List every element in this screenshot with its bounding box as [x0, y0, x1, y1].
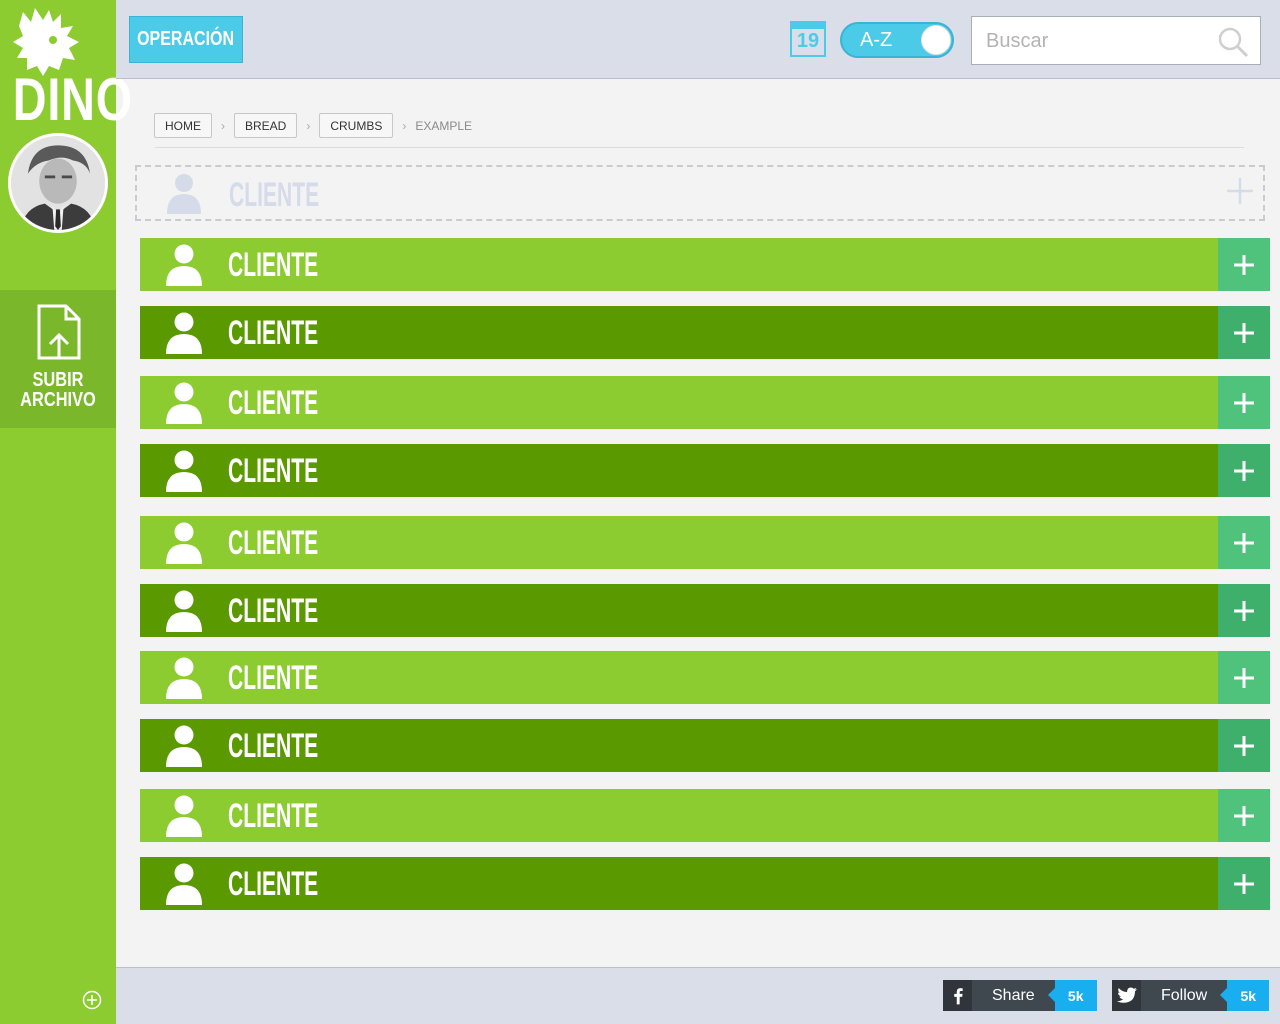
user-icon — [166, 590, 202, 632]
client-row-placeholder[interactable]: CLIENTE — [135, 165, 1265, 221]
client-row[interactable]: CLIENTE — [140, 584, 1270, 637]
plus-icon — [1234, 600, 1254, 621]
client-row[interactable]: CLIENTE — [140, 238, 1270, 291]
plus-icon — [1234, 322, 1254, 343]
client-row[interactable]: CLIENTE — [140, 719, 1270, 772]
plus-icon — [1234, 667, 1254, 688]
breadcrumb-item-bread[interactable]: BREAD — [234, 113, 298, 138]
client-label: CLIENTE — [228, 797, 319, 835]
avatar[interactable] — [8, 133, 108, 233]
plus-icon — [1234, 254, 1254, 275]
plus-icon — [1234, 392, 1254, 413]
user-icon — [166, 312, 202, 354]
client-row[interactable]: CLIENTE — [140, 306, 1270, 359]
facebook-share-count: 5k — [1047, 980, 1097, 1011]
operation-button-label: OPERACIÓN — [137, 28, 235, 50]
client-row[interactable]: CLIENTE — [140, 444, 1270, 497]
client-row[interactable]: CLIENTE — [140, 516, 1270, 569]
facebook-share-label: Share — [992, 986, 1035, 1004]
add-button[interactable] — [1218, 516, 1270, 569]
client-label: CLIENTE — [228, 592, 319, 630]
breadcrumb-current: EXAMPLE — [415, 118, 473, 133]
user-icon — [166, 863, 202, 905]
twitter-follow-main: Follow — [1112, 980, 1228, 1011]
operation-button[interactable]: OPERACIÓN — [129, 16, 243, 63]
sort-toggle[interactable]: A-Z — [840, 22, 954, 58]
breadcrumb-item-crumbs[interactable]: CRUMBS — [319, 113, 394, 138]
breadcrumb-separator: › — [221, 118, 225, 133]
twitter-follow-label: Follow — [1161, 986, 1208, 1004]
client-label: CLIENTE — [228, 727, 319, 765]
breadcrumb-separator: › — [402, 118, 407, 133]
client-label: CLIENTE — [228, 524, 319, 562]
client-row[interactable]: CLIENTE — [140, 651, 1270, 704]
client-row[interactable]: CLIENTE — [140, 857, 1270, 910]
calendar-day: 19 — [796, 30, 820, 52]
divider — [155, 147, 1244, 148]
client-row[interactable]: CLIENTE — [140, 376, 1270, 429]
plus-icon — [1234, 873, 1254, 894]
logo[interactable]: DINO — [0, 0, 133, 133]
facebook-share-main: Share — [943, 980, 1055, 1011]
add-button[interactable] — [1218, 444, 1270, 497]
facebook-icon — [943, 980, 972, 1011]
add-button[interactable] — [1218, 719, 1270, 772]
client-label: CLIENTE — [228, 246, 319, 284]
client-label: CLIENTE — [228, 384, 319, 422]
user-icon — [166, 450, 202, 492]
client-label: CLIENTE — [228, 314, 319, 352]
facebook-share-button[interactable]: Share 5k — [943, 980, 1097, 1011]
breadcrumb-item-home[interactable]: HOME — [154, 113, 212, 138]
plus-icon — [1234, 735, 1254, 756]
upload-file-icon — [37, 304, 81, 360]
plus-icon — [1234, 460, 1254, 481]
client-label: CLIENTE — [229, 176, 320, 214]
user-icon — [166, 382, 202, 424]
add-button[interactable] — [1218, 857, 1270, 910]
user-icon — [166, 522, 202, 564]
footer: Share 5k Follow 5k — [116, 967, 1280, 1024]
sidebar: DINO SUBIR ARCHIVO — [0, 0, 133, 1024]
upload-file-button[interactable]: SUBIR ARCHIVO — [0, 290, 116, 428]
user-icon — [166, 657, 202, 699]
search-input[interactable] — [986, 27, 1206, 55]
add-button[interactable] — [1218, 789, 1270, 842]
user-icon — [167, 174, 201, 214]
calendar-icon[interactable]: 19 — [790, 21, 826, 57]
user-icon — [166, 725, 202, 767]
user-icon — [166, 244, 202, 286]
client-label: CLIENTE — [228, 659, 319, 697]
add-button[interactable] — [1218, 376, 1270, 429]
add-button[interactable] — [1218, 238, 1270, 291]
add-button[interactable] — [1218, 651, 1270, 704]
upload-file-label: SUBIR ARCHIVO — [20, 369, 96, 411]
client-row[interactable]: CLIENTE — [140, 789, 1270, 842]
toggle-knob — [921, 25, 951, 55]
user-icon — [166, 795, 202, 837]
plus-icon — [1234, 805, 1254, 826]
add-button[interactable] — [1218, 306, 1270, 359]
client-label: CLIENTE — [228, 452, 319, 490]
search-box — [971, 16, 1261, 65]
top-bar: OPERACIÓN 19 A-Z — [116, 0, 1280, 79]
client-label: CLIENTE — [228, 865, 319, 903]
add-button[interactable] — [1218, 584, 1270, 637]
twitter-follow-button[interactable]: Follow 5k — [1112, 980, 1270, 1011]
search-icon[interactable] — [1217, 26, 1249, 58]
plus-icon — [1234, 532, 1254, 553]
avatar-photo — [11, 136, 105, 230]
sort-toggle-label: A-Z — [860, 29, 893, 51]
plus-icon[interactable] — [1225, 176, 1255, 206]
breadcrumb: HOME › BREAD › CRUMBS › EXAMPLE — [154, 113, 472, 138]
add-circle-icon[interactable] — [82, 990, 102, 1010]
twitter-icon — [1112, 980, 1141, 1011]
breadcrumb-separator: › — [306, 118, 311, 133]
logo-text: DINO — [12, 66, 133, 133]
twitter-follow-count: 5k — [1220, 980, 1270, 1011]
